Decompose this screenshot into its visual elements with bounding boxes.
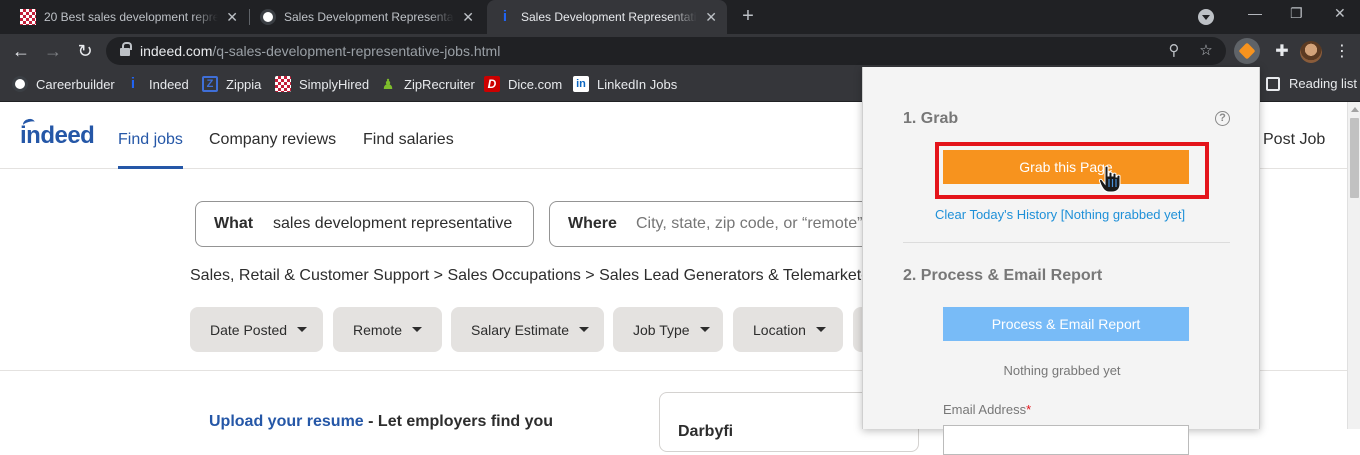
bookmark-careerbuilder[interactable]: Careerbuilder <box>12 76 115 92</box>
simplyhired-favicon-icon <box>20 9 36 25</box>
close-tab-icon[interactable]: ✕ <box>226 9 238 26</box>
grab-extension-popup: 1. Grab ? Grab this Page Clear Today's H… <box>862 67 1260 455</box>
zoom-icon[interactable]: ⚲ <box>1166 43 1182 59</box>
chevron-down-icon <box>699 327 710 332</box>
section-divider <box>903 242 1230 243</box>
chevron-down-icon <box>815 327 826 332</box>
minimize-button[interactable]: — <box>1248 5 1262 21</box>
address-bar[interactable]: indeed.com/q-sales-development-represent… <box>106 37 1226 65</box>
filter-location[interactable]: Location <box>733 307 843 352</box>
nav-company-reviews[interactable]: Company reviews <box>209 131 336 149</box>
category-breadcrumb[interactable]: Sales, Retail & Customer Support > Sales… <box>190 267 883 285</box>
nav-find-salaries[interactable]: Find salaries <box>363 131 454 149</box>
tab-indeed-active[interactable]: i Sales Development Representative ✕ <box>487 0 727 34</box>
where-search-field[interactable]: Where City, state, zip code, or “remote” <box>549 201 889 247</box>
filter-job-type[interactable]: Job Type <box>613 307 723 352</box>
grab-status-text: Nothing grabbed yet <box>1003 363 1121 378</box>
dice-icon: D <box>484 76 500 92</box>
profile-avatar[interactable] <box>1300 41 1322 63</box>
bookmark-dice[interactable]: D Dice.com <box>484 76 562 92</box>
nav-find-jobs[interactable]: Find jobs <box>118 131 183 149</box>
reading-list-icon <box>1266 76 1280 91</box>
careerbuilder-icon <box>12 76 28 92</box>
tab-strip: 20 Best sales development representative… <box>0 0 1360 34</box>
what-input[interactable]: sales development representative <box>273 215 523 233</box>
simplyhired-icon <box>275 76 291 92</box>
close-tab-icon[interactable]: ✕ <box>462 9 474 26</box>
tab-title: Sales Development Representative <box>284 10 455 24</box>
tab-careerbuilder[interactable]: Sales Development Representative ✕ <box>250 0 484 34</box>
bookmark-simplyhired[interactable]: SimplyHired <box>275 76 369 92</box>
close-tab-icon[interactable]: ✕ <box>705 9 717 26</box>
linkedin-icon: in <box>573 76 589 92</box>
tab-simplyhired[interactable]: 20 Best sales development representative… <box>10 0 248 34</box>
careerbuilder-favicon-icon <box>260 9 276 25</box>
process-email-report-button[interactable]: Process & Email Report <box>943 307 1189 341</box>
lock-icon[interactable] <box>120 42 132 57</box>
what-search-field[interactable]: What sales development representative <box>195 201 534 247</box>
filter-date-posted[interactable]: Date Posted <box>190 307 323 352</box>
where-label: Where <box>568 215 617 232</box>
scroll-thumb[interactable] <box>1350 118 1359 198</box>
step-2-heading: 2. Process & Email Report <box>903 267 1103 284</box>
upload-resume-link[interactable]: Upload your resume <box>209 413 364 430</box>
hand-cursor-icon <box>1099 165 1121 193</box>
close-window-button[interactable]: ✕ <box>1334 5 1346 22</box>
clear-history-link[interactable]: Clear Today's History [Nothing grabbed y… <box>935 207 1185 222</box>
scroll-up-arrow-icon[interactable] <box>1351 107 1359 112</box>
tab-title: Sales Development Representative <box>521 10 698 24</box>
back-button[interactable]: ← <box>10 40 32 62</box>
bookmark-linkedin-jobs[interactable]: in LinkedIn Jobs <box>573 76 677 92</box>
help-icon[interactable]: ? <box>1215 111 1230 126</box>
url-text[interactable]: indeed.com/q-sales-development-represent… <box>140 43 500 59</box>
bookmark-star-icon[interactable]: ☆ <box>1198 43 1214 59</box>
card-title: Darbyfi <box>678 423 734 440</box>
post-job-link[interactable]: Post Job <box>1263 131 1325 149</box>
tab-title: 20 Best sales development representative <box>44 10 219 24</box>
zippia-icon: Z <box>202 76 218 92</box>
chrome-menu-icon[interactable]: ⋮ <box>1330 40 1354 64</box>
upload-resume-prompt: Upload your resume - Let employers find … <box>209 413 554 430</box>
indeed-favicon-icon: i <box>502 8 508 25</box>
browser-toolbar: ← → ↻ indeed.com/q-sales-development-rep… <box>0 34 1360 68</box>
reading-list-button[interactable]: Reading list <box>1266 76 1357 91</box>
what-label: What <box>214 215 254 232</box>
bookmark-indeed[interactable]: i Indeed <box>125 76 189 92</box>
new-tab-button[interactable]: + <box>737 5 759 27</box>
grab-extension-icon[interactable] <box>1234 38 1260 64</box>
restore-button[interactable]: ❐ <box>1290 5 1303 22</box>
email-address-input[interactable] <box>943 425 1189 455</box>
step-1-heading: 1. Grab <box>903 110 959 127</box>
required-marker: * <box>1026 402 1032 417</box>
where-input[interactable]: City, state, zip code, or “remote” <box>636 215 876 233</box>
indeed-logo[interactable]: indeed <box>20 122 95 150</box>
bookmark-zippia[interactable]: Z Zippia <box>202 76 261 92</box>
forward-button[interactable]: → <box>42 40 64 62</box>
page-scrollbar[interactable] <box>1347 102 1360 429</box>
chevron-down-icon <box>297 327 308 332</box>
bookmark-ziprecruiter[interactable]: ♟ ZipRecruiter <box>380 76 475 92</box>
reload-button[interactable]: ↻ <box>74 40 96 62</box>
active-nav-indicator <box>118 166 183 169</box>
filter-remote[interactable]: Remote <box>333 307 442 352</box>
filter-salary-estimate[interactable]: Salary Estimate <box>451 307 604 352</box>
extensions-puzzle-icon[interactable]: ✚ <box>1270 40 1294 64</box>
grab-page-button[interactable]: Grab this Page <box>943 150 1189 184</box>
indeed-icon: i <box>130 75 136 92</box>
ziprecruiter-icon: ♟ <box>381 76 395 92</box>
tab-search-icon[interactable] <box>1198 9 1214 25</box>
email-address-label: Email Address* <box>943 402 1032 417</box>
chevron-down-icon <box>579 327 590 332</box>
chevron-down-icon <box>412 327 423 332</box>
